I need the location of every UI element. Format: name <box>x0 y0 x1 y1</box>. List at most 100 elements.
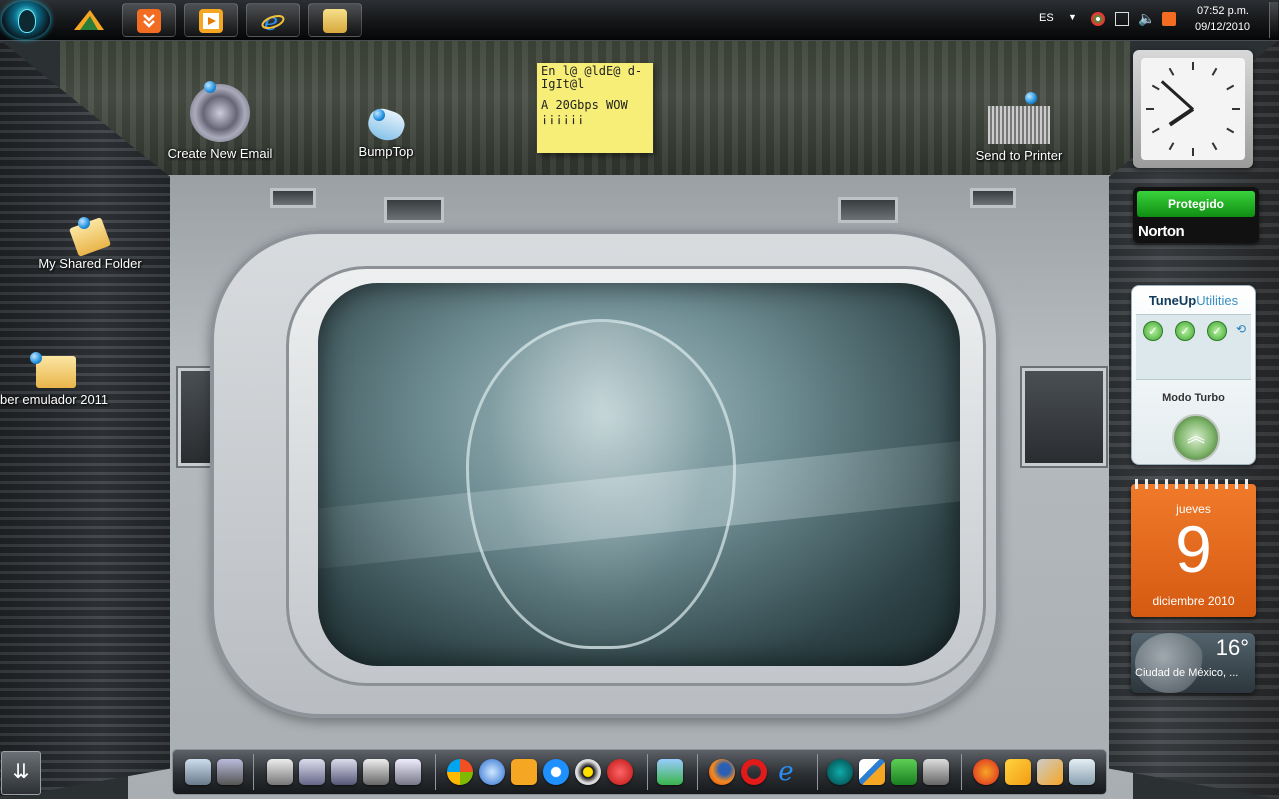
desktop-icon-emulador[interactable]: ber emulador 2011 <box>0 356 114 407</box>
display-icon[interactable] <box>217 759 243 785</box>
desktop-icon-label: ber emulador 2011 <box>0 392 109 407</box>
alien-settings-icon[interactable] <box>395 759 421 785</box>
recycle-bin-icon[interactable] <box>1069 759 1095 785</box>
tuneup-brand-sub: Utilities <box>1196 293 1239 308</box>
floor-slot <box>838 197 898 223</box>
calendar-month: diciembre 2010 <box>1152 594 1235 608</box>
check-icon: ✓ <box>1175 321 1195 341</box>
floor-slot <box>970 188 1016 208</box>
tuneup-title: TuneUpUtilities <box>1132 293 1255 308</box>
refresh-icon[interactable]: ⟲ <box>1236 322 1246 336</box>
tuneup-status-panel: ✓ ✓ ✓ ⟲ <box>1136 314 1251 380</box>
excel-icon[interactable] <box>891 759 917 785</box>
winamp-icon[interactable] <box>72 6 106 34</box>
desktop-icon-bumptop[interactable]: BumpTop <box>350 105 422 159</box>
server-icon[interactable] <box>185 759 211 785</box>
tray-expand-icon[interactable]: ▼ <box>1068 12 1077 22</box>
sticky-note[interactable]: En l@ @ldE@ d-IgIt@l A 20Gbps WOW ¡¡¡¡¡¡ <box>537 63 653 153</box>
clock-tick <box>1192 148 1194 156</box>
quicktime-icon[interactable] <box>543 759 569 785</box>
desktop-icon-label: Send to Printer <box>975 148 1063 163</box>
tools-icon[interactable] <box>1037 759 1063 785</box>
desktop-icon-label: Create New Email <box>167 146 273 161</box>
clock-time[interactable]: 07:52 p.m. <box>1197 5 1249 17</box>
right-vent <box>1022 368 1106 466</box>
taskbar-button-downloads[interactable] <box>122 3 176 37</box>
calendar-gadget[interactable]: jueves 9 diciembre 2010 <box>1131 479 1256 617</box>
alien-respawn-icon[interactable] <box>363 759 389 785</box>
bumptop-logo-icon <box>364 105 408 145</box>
crash-icon[interactable] <box>973 759 999 785</box>
download-manager-icon <box>137 9 161 33</box>
calendar-rings <box>1135 479 1252 489</box>
alien-headset-icon[interactable] <box>331 759 357 785</box>
pin-icon <box>373 109 385 121</box>
dock-group-alienware <box>267 755 421 789</box>
clock-tick <box>1168 142 1175 151</box>
clock-hour-hand <box>1168 107 1195 127</box>
dock-group-browsers: e <box>709 755 799 789</box>
norton-logo: Norton <box>1138 223 1185 240</box>
moon-icon <box>1135 633 1205 693</box>
taskbar-button-media-player[interactable] <box>184 3 238 37</box>
itunes-icon[interactable] <box>479 759 505 785</box>
eye-capture-icon[interactable] <box>575 759 601 785</box>
dock-group-apps <box>827 755 949 789</box>
windows-start-icon[interactable] <box>447 759 473 785</box>
desktop-icon-label: My Shared Folder <box>38 256 142 271</box>
chevron-up-icon: ︽ <box>1187 426 1205 446</box>
clock-face <box>1141 58 1245 160</box>
taskbar-button-internet-explorer[interactable]: e <box>246 3 300 37</box>
clock-tick <box>1146 108 1154 110</box>
check-icon: ✓ <box>1143 321 1163 341</box>
norton-gadget[interactable]: Protegido Norton <box>1133 187 1259 243</box>
playstation-icon[interactable] <box>1005 759 1031 785</box>
tuneup-gadget[interactable]: TuneUpUtilities ✓ ✓ ✓ ⟲ Modo Turbo ︽ <box>1131 285 1256 465</box>
desktop-icon-send-to-printer[interactable]: Send to Printer <box>966 106 1072 163</box>
power-icon[interactable] <box>607 759 633 785</box>
clock-tick <box>1151 84 1160 91</box>
norton-status: Protegido <box>1137 191 1255 217</box>
internet-explorer-icon[interactable]: e <box>773 759 799 785</box>
opera-icon[interactable] <box>741 759 767 785</box>
chrome-tray-icon[interactable] <box>1091 12 1105 26</box>
check-icon: ✓ <box>1207 321 1227 341</box>
network-icon[interactable] <box>1115 12 1129 26</box>
clock-tick <box>1168 67 1175 76</box>
turbo-mode-label: Modo Turbo <box>1162 392 1225 404</box>
messenger-icon[interactable] <box>657 759 683 785</box>
bump-icon[interactable] <box>859 759 885 785</box>
desktop-icon-create-email[interactable]: Create New Email <box>160 84 280 161</box>
show-desktop-button[interactable] <box>1269 2 1278 38</box>
alien-fx-icon[interactable] <box>267 759 293 785</box>
turbo-mode-button[interactable]: ︽ <box>1172 414 1220 462</box>
volume-icon[interactable]: 🔈 <box>1138 10 1155 27</box>
pin-icon <box>1025 92 1037 104</box>
start-orb-icon[interactable] <box>2 1 50 39</box>
clock-tick <box>1226 127 1235 134</box>
download-tray-icon[interactable] <box>1162 12 1176 26</box>
clock-date[interactable]: 09/12/2010 <box>1195 21 1250 33</box>
language-indicator[interactable]: ES <box>1039 12 1054 24</box>
alien-tools-icon[interactable] <box>299 759 325 785</box>
double-chevron-down-icon: ⇊ <box>12 761 30 783</box>
desktop-icon-shared-folder[interactable]: My Shared Folder <box>30 217 150 271</box>
dock-group-system <box>185 755 243 789</box>
tuneup-brand: TuneUp <box>1148 293 1197 308</box>
clock-tick <box>1151 127 1160 134</box>
dock-group-games <box>973 755 1095 789</box>
floor-slot <box>384 197 444 223</box>
bumptop-menu-button[interactable]: ⇊ <box>1 751 41 795</box>
clock-gadget[interactable] <box>1133 50 1253 168</box>
clock-tick <box>1211 67 1218 76</box>
sticky-note-line: ¡¡¡¡¡¡ <box>541 111 585 125</box>
e-book-icon[interactable] <box>827 759 853 785</box>
vmware-icon[interactable] <box>923 759 949 785</box>
firefox-icon[interactable] <box>709 759 735 785</box>
alienware-logo <box>466 319 736 649</box>
weather-city: Ciudad de México, ... <box>1135 667 1239 679</box>
pin-icon <box>30 352 42 364</box>
taskbar-button-explorer[interactable] <box>308 3 362 37</box>
weather-gadget[interactable]: 16° Ciudad de México, ... <box>1131 633 1255 693</box>
media-player-icon[interactable] <box>511 759 537 785</box>
